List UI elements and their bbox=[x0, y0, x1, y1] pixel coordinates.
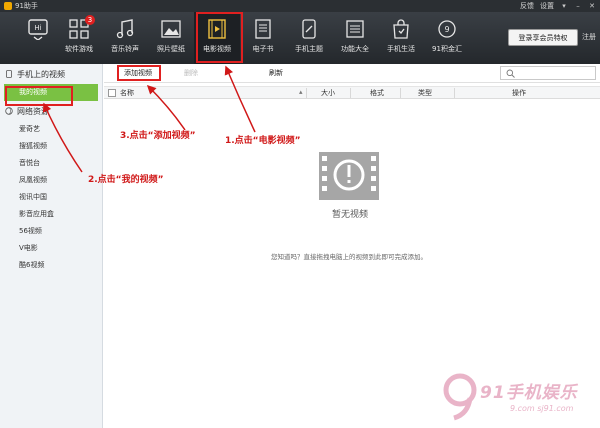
sidebar-item-ifeng[interactable]: 凤凰视频 bbox=[0, 172, 102, 189]
svg-text:9: 9 bbox=[444, 25, 449, 34]
network-resources-section: 网络资源 bbox=[0, 101, 102, 121]
sidebar: 手机上的视频 我的视频 网络资源 爱奇艺 搜狐视频 音悦台 凤凰视频 视讯中国 … bbox=[0, 64, 103, 428]
annotation-step2: 2.点击“我的视频” bbox=[88, 175, 164, 185]
section-label: 网络资源 bbox=[17, 106, 49, 116]
register-link[interactable]: 注册 bbox=[582, 32, 596, 42]
film-play-icon bbox=[206, 18, 228, 40]
column-separator bbox=[306, 88, 307, 98]
shopping-bag-icon bbox=[390, 18, 412, 40]
toolbar-label: 手机主题 bbox=[295, 45, 323, 53]
app-name: 91助手 bbox=[15, 2, 38, 10]
sidebar-item-vmovie[interactable]: V电影 bbox=[0, 240, 102, 257]
annotation-step3: 3.点击“添加视频” bbox=[120, 131, 196, 141]
toolbar-features[interactable]: 功能大全 bbox=[332, 12, 378, 64]
toolbar-ebooks[interactable]: 电子书 bbox=[240, 12, 286, 64]
toolbar-label: 电子书 bbox=[252, 45, 274, 53]
phone-icon bbox=[6, 70, 12, 78]
sidebar-item-yinyuetai[interactable]: 音悦台 bbox=[0, 155, 102, 172]
feedback-link[interactable]: 反馈 bbox=[520, 1, 534, 11]
table-header: 名称 ▴ 大小 格式 类型 操作 bbox=[104, 86, 600, 99]
column-separator bbox=[350, 88, 351, 98]
column-format[interactable]: 格式 bbox=[370, 88, 384, 98]
sidebar-item-my-videos[interactable]: 我的视频 bbox=[4, 84, 98, 101]
refresh-button[interactable]: 刷新 bbox=[269, 68, 283, 78]
music-note-icon bbox=[114, 18, 136, 40]
app-logo-icon bbox=[4, 2, 12, 10]
toolbar-apps[interactable]: 软件游戏 3 bbox=[56, 12, 102, 64]
toolbar-coins[interactable]: 9 91积金汇 bbox=[424, 12, 470, 64]
toolbar-videos[interactable]: 电影视频 bbox=[194, 12, 240, 64]
toolbar-music[interactable]: 音乐铃声 bbox=[102, 12, 148, 64]
update-count-badge: 3 bbox=[85, 15, 95, 25]
toolbar-themes[interactable]: 手机主题 bbox=[286, 12, 332, 64]
sidebar-item-shixun[interactable]: 视讯中国 bbox=[0, 189, 102, 206]
delete-button[interactable]: 删除 bbox=[184, 68, 198, 78]
column-separator bbox=[454, 88, 455, 98]
toolbar-label: 软件游戏 bbox=[65, 45, 93, 53]
sort-arrow-icon[interactable]: ▴ bbox=[299, 88, 303, 96]
photo-icon bbox=[160, 18, 182, 40]
toolbar-label: 音乐铃声 bbox=[111, 45, 139, 53]
globe-icon bbox=[5, 107, 13, 115]
annotation-step1: 1.点击“电影视频” bbox=[225, 136, 301, 146]
toolbar-label: 手机生活 bbox=[387, 45, 415, 53]
toolbar-label: 电影视频 bbox=[203, 45, 231, 53]
phone-theme-icon bbox=[298, 18, 320, 40]
features-list-icon bbox=[344, 18, 366, 40]
toolbar-label: 91积金汇 bbox=[432, 45, 462, 53]
sidebar-item-56[interactable]: 56视频 bbox=[0, 223, 102, 240]
empty-state-title: 暂无视频 bbox=[331, 210, 368, 220]
search-input[interactable] bbox=[500, 66, 596, 80]
sidebar-item-app-box[interactable]: 影音应用盒 bbox=[0, 206, 102, 223]
column-actions[interactable]: 操作 bbox=[512, 88, 526, 98]
watermark-text: 91手机娱乐 bbox=[480, 383, 578, 403]
column-size[interactable]: 大小 bbox=[321, 88, 335, 98]
close-button[interactable]: ✕ bbox=[588, 2, 596, 10]
sidebar-item-iqiyi[interactable]: 爱奇艺 bbox=[0, 121, 102, 138]
sidebar-item-ku6[interactable]: 酷6视频 bbox=[0, 257, 102, 274]
minimize-button[interactable]: – bbox=[574, 2, 582, 10]
title-bar: 91助手 反馈 设置 ▾ – ✕ bbox=[0, 0, 600, 12]
ebook-icon bbox=[252, 18, 274, 40]
empty-video-icon bbox=[319, 152, 379, 200]
column-separator bbox=[400, 88, 401, 98]
phone-videos-section: 手机上的视频 bbox=[0, 64, 102, 84]
add-video-button[interactable]: 添加视频 bbox=[124, 68, 152, 78]
site-watermark: 91手机娱乐 9.com sj91.com bbox=[440, 370, 600, 428]
watermark-logo-icon bbox=[443, 373, 477, 421]
column-name[interactable]: 名称 bbox=[120, 88, 134, 98]
sidebar-item-sohu[interactable]: 搜狐视频 bbox=[0, 138, 102, 155]
select-all-checkbox[interactable] bbox=[108, 89, 116, 97]
toolbar-label: 照片壁纸 bbox=[157, 45, 185, 53]
column-type[interactable]: 类型 bbox=[418, 88, 432, 98]
watermark-url: 9.com sj91.com bbox=[510, 404, 574, 413]
empty-state-tip: 您知道吗？直接拖拽电脑上的视频到此即可完成添加。 bbox=[271, 253, 427, 261]
hi-home-icon: Hi bbox=[27, 18, 49, 40]
toolbar-photos[interactable]: 照片壁纸 bbox=[148, 12, 194, 64]
search-icon bbox=[506, 69, 515, 78]
coin-icon: 9 bbox=[436, 18, 458, 40]
vip-login-button[interactable]: 登录享会员特权 bbox=[508, 29, 578, 46]
svg-text:Hi: Hi bbox=[34, 24, 41, 32]
menu-dropdown-button[interactable]: ▾ bbox=[560, 2, 568, 10]
section-label: 手机上的视频 bbox=[17, 69, 65, 79]
toolbar-label: 功能大全 bbox=[341, 45, 369, 53]
toolbar-life[interactable]: 手机生活 bbox=[378, 12, 424, 64]
toolbar-home[interactable]: Hi bbox=[20, 12, 56, 64]
settings-link[interactable]: 设置 bbox=[540, 1, 554, 11]
